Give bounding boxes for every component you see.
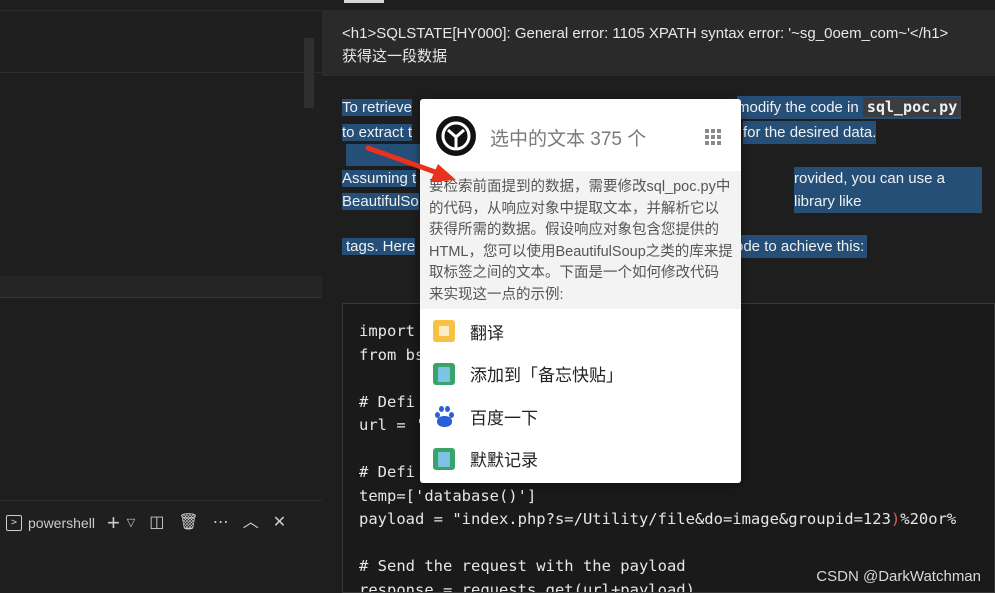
record-icon [433,447,455,470]
red-arrow-icon [365,145,456,182]
grid-menu-icon[interactable] [705,129,721,145]
split-terminal-icon[interactable]: ◫ [149,515,164,531]
add-terminal-icon[interactable]: + [107,512,120,534]
editor-area [0,0,322,300]
scrollbar[interactable] [304,38,314,108]
left-panel: > powershell + ▽ ◫ 🗑 ⋯ ︿ ✕ [0,0,322,593]
code-line: payload = "index.php?s=/Utility/file&do=… [359,510,957,528]
panel-header [0,276,322,298]
menu-item-label: 百度一下 [470,408,538,428]
tab-indicator [344,0,384,3]
user-message-line1: <h1>SQLSTATE[HY000]: General error: 1105… [342,25,949,42]
divider [0,72,322,73]
baidu-icon [433,405,455,428]
user-message: <h1>SQLSTATE[HY000]: General error: 1105… [322,10,995,76]
menu-item-add-memo[interactable]: 添加到「备忘快贴」 [420,353,741,396]
terminal-icon: > [6,515,22,531]
terminal-shell-name: powershell [28,515,95,531]
selected-text: tags. Here [342,238,416,255]
menu-item-label: 添加到「备忘快贴」 [470,366,623,386]
selected-text: To retrieve [342,99,413,116]
maximize-panel-icon[interactable]: ︿ [243,515,259,531]
watermark: CSDN @DarkWatchman [816,568,981,585]
chevron-down-icon[interactable]: ▽ [127,517,135,529]
terminal-tab[interactable]: > powershell [6,515,95,531]
code-line: temp=['database()'] [359,486,537,505]
user-message-line2: 获得这一段数据 [342,48,448,65]
popup-title: 选中的文本 375 个 [490,129,647,150]
more-icon[interactable]: ⋯ [213,515,229,531]
close-icon[interactable]: ✕ [273,515,286,531]
inline-code: sql_poc.py [862,97,962,117]
popup-menu: 翻译 添加到「备忘快贴」 百度一下 默默记录 [420,310,741,480]
selected-text: for the desired data. [743,121,877,144]
selected-text: modify the code in sql_poc.py [737,96,962,119]
menu-item-baidu[interactable]: 百度一下 [420,395,741,438]
selected-text: to extract t [342,124,413,141]
translate-icon [433,320,455,343]
terminal-toolbar: > powershell + ▽ ◫ 🗑 ⋯ ︿ ✕ [0,500,322,545]
divider [0,10,322,11]
trash-icon[interactable]: 🗑 [178,515,198,531]
selected-text: ode to achieve this: [735,235,868,258]
menu-item-translate[interactable]: 翻译 [420,310,741,353]
menu-item-label: 默默记录 [470,451,538,471]
menu-item-record[interactable]: 默默记录 [420,438,741,481]
menu-item-label: 翻译 [470,323,504,343]
memo-icon [433,362,455,385]
